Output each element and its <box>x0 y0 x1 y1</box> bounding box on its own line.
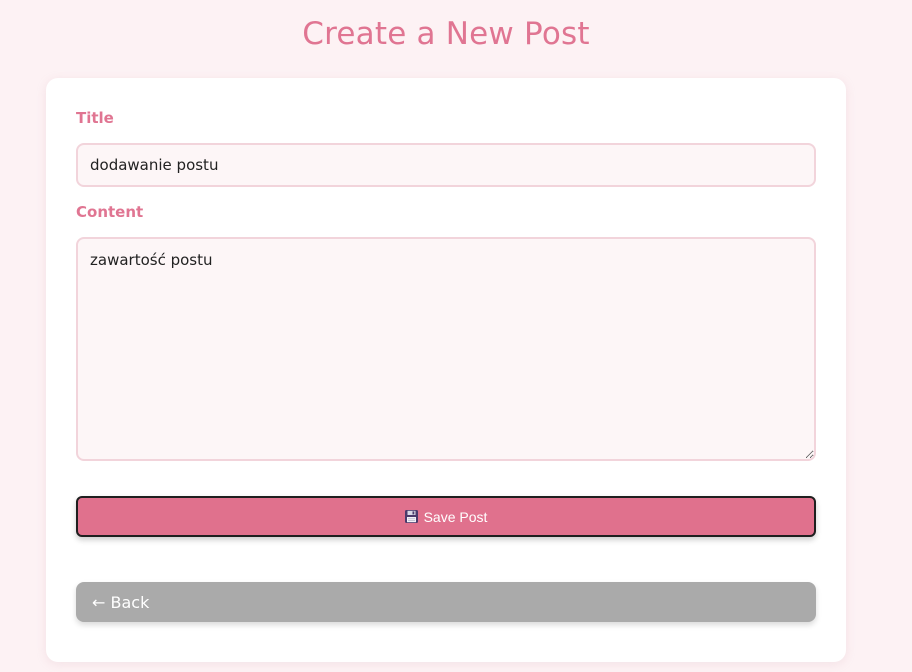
floppy-disk-icon <box>404 510 418 523</box>
title-input[interactable] <box>76 143 816 187</box>
save-post-label: Save Post <box>423 508 488 525</box>
back-label: ← Back <box>92 592 150 612</box>
content-label: Content <box>76 203 144 221</box>
content-textarea[interactable]: zawartość postu <box>76 237 816 461</box>
post-form-card: Title Content zawartość postu Save Post … <box>46 78 846 662</box>
title-label: Title <box>76 109 114 127</box>
back-button[interactable]: ← Back <box>76 582 816 622</box>
page-title: Create a New Post <box>302 16 590 52</box>
save-post-button[interactable]: Save Post <box>76 496 816 537</box>
